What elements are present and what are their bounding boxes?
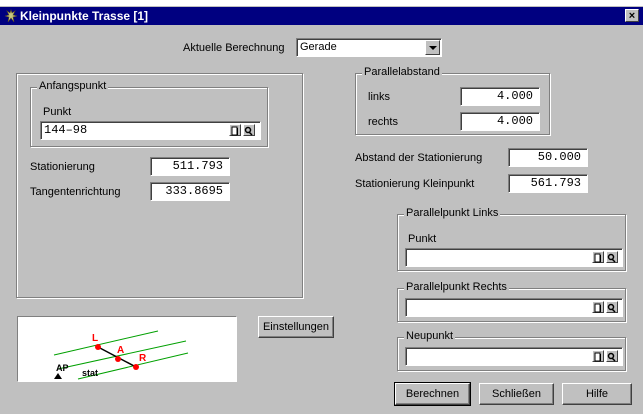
parallelpunkt-rechts-group-title: Parallelpunkt Rechts: [404, 281, 509, 293]
trasse-diagram-svg: L A R AP stat: [53, 330, 189, 380]
diagram-label-l: L: [92, 333, 98, 344]
diagram-label-stat: stat: [82, 368, 98, 378]
abstand-label: Abstand der Stationierung: [355, 152, 483, 164]
stationierung-field[interactable]: 511.793: [150, 157, 230, 176]
file-browse-icon[interactable]: [592, 301, 604, 313]
links-field[interactable]: 4.000: [460, 87, 540, 106]
parallelpunkt-links-punkt-label: Punkt: [408, 233, 437, 245]
links-label: links: [368, 91, 391, 103]
berechnung-value: Gerade: [300, 41, 337, 53]
app-icon: [4, 9, 18, 23]
title-bar[interactable]: Kleinpunkte Trasse [1] ×: [0, 7, 643, 25]
file-browse-icon[interactable]: [592, 350, 604, 362]
diagram-point-l: [95, 344, 101, 350]
rechts-label: rechts: [368, 116, 398, 128]
tangentenrichtung-field[interactable]: 333.8695: [150, 182, 230, 201]
diagram-point-a: [115, 356, 121, 362]
parallelpunkt-rechts-field[interactable]: [405, 298, 623, 317]
point-pick-icon[interactable]: [606, 301, 618, 313]
trasse-diagram: L A R AP stat: [17, 316, 237, 382]
anfangspunkt-group-title: Anfangspunkt: [37, 80, 109, 92]
neupunkt-group-title: Neupunkt: [404, 330, 456, 342]
chevron-down-icon[interactable]: [425, 40, 440, 55]
neupunkt-field[interactable]: [405, 347, 623, 366]
close-button[interactable]: ×: [625, 9, 639, 22]
diagram-label-r: R: [139, 353, 147, 364]
file-browse-icon[interactable]: [592, 251, 604, 263]
abstand-field[interactable]: 50.000: [508, 148, 588, 167]
schliessen-button[interactable]: Schließen: [479, 383, 554, 405]
diagram-point-r: [133, 364, 139, 370]
einstellungen-button[interactable]: Einstellungen: [258, 316, 334, 338]
tangentenrichtung-label: Tangentenrichtung: [30, 186, 121, 198]
parallelpunkt-links-field[interactable]: [405, 248, 623, 267]
stationierung-kleinpunkt-field[interactable]: 561.793: [508, 174, 588, 193]
berechnung-label: Aktuelle Berechnung: [183, 42, 285, 54]
stationierung-kleinpunkt-label: Stationierung Kleinpunkt: [355, 178, 475, 190]
parallelabstand-group-title: Parallelabstand: [362, 66, 442, 78]
berechnung-select[interactable]: Gerade: [296, 38, 442, 57]
diagram-label-a: A: [117, 345, 124, 356]
stationierung-label: Stationierung: [30, 161, 95, 173]
point-pick-icon[interactable]: [606, 251, 618, 263]
hilfe-button[interactable]: Hilfe: [562, 383, 632, 405]
diagram-label-ap: AP: [56, 363, 69, 373]
window-title: Kleinpunkte Trasse [1]: [20, 9, 149, 23]
berechnen-button[interactable]: Berechnen: [394, 382, 471, 406]
parallelpunkt-links-group-title: Parallelpunkt Links: [404, 207, 501, 219]
point-pick-icon[interactable]: [606, 350, 618, 362]
anfangspunkt-group: Anfangspunkt: [30, 80, 268, 147]
rechts-field[interactable]: 4.000: [460, 112, 540, 131]
diagram-ap-marker: [54, 373, 62, 379]
